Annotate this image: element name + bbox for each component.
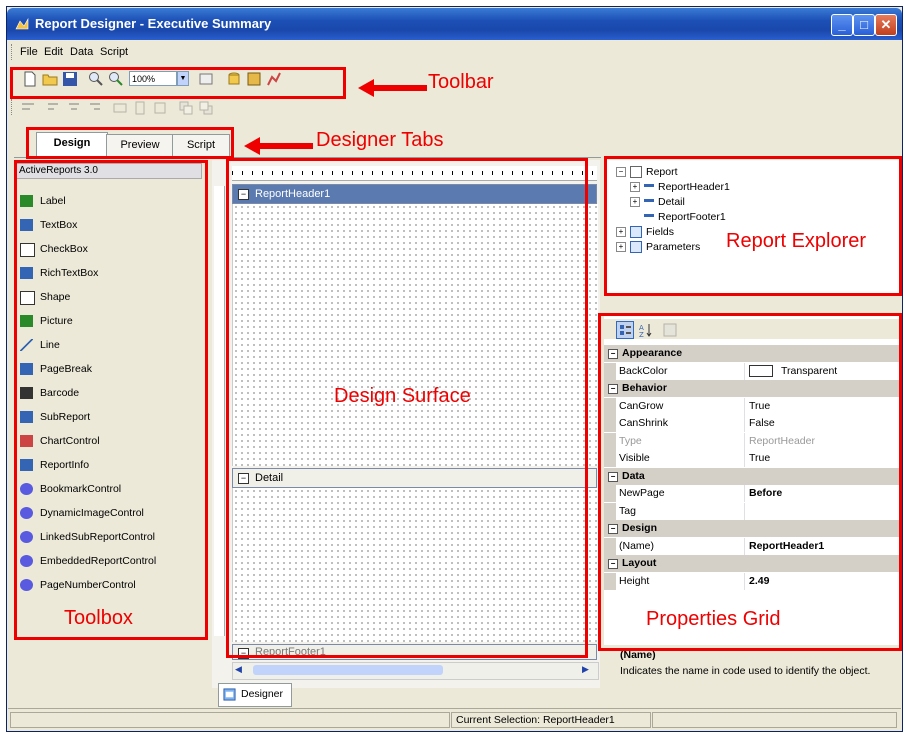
toolbar-callout: Toolbar bbox=[428, 71, 494, 93]
toolbar-highlight bbox=[10, 67, 346, 99]
close-button[interactable]: ✕ bbox=[875, 14, 897, 36]
explorer-highlight bbox=[604, 156, 902, 296]
align-right-icon[interactable] bbox=[86, 100, 102, 116]
tabs-arrowhead bbox=[244, 137, 260, 155]
scroll-right-icon[interactable]: ▶ bbox=[582, 664, 594, 676]
menu-script[interactable]: Script bbox=[100, 46, 128, 58]
menu-edit[interactable]: Edit bbox=[44, 46, 63, 58]
align-icon[interactable] bbox=[20, 100, 36, 116]
toolbar-arrow bbox=[372, 85, 427, 91]
surface-highlight bbox=[226, 158, 588, 658]
surface-callout: Design Surface bbox=[334, 385, 471, 407]
maximize-button[interactable]: □ bbox=[853, 14, 875, 36]
properties-highlight bbox=[598, 313, 902, 651]
explorer-callout: Report Explorer bbox=[726, 230, 867, 252]
status-cell-right bbox=[652, 712, 897, 728]
tabs-highlight bbox=[26, 127, 234, 159]
align-center-icon[interactable] bbox=[66, 100, 82, 116]
description-text: Indicates the name in code used to ident… bbox=[620, 665, 871, 677]
minimize-button[interactable]: _ bbox=[831, 14, 853, 36]
property-description: (Name) Indicates the name in code used t… bbox=[604, 645, 901, 685]
menu-data[interactable]: Data bbox=[70, 46, 93, 58]
app-icon bbox=[15, 17, 29, 30]
horizontal-scrollbar[interactable]: ◀ ▶ bbox=[232, 662, 599, 680]
designer-tab-label: Designer bbox=[241, 688, 284, 700]
tab-designer[interactable]: Designer bbox=[218, 683, 292, 707]
designer-icon bbox=[223, 688, 236, 701]
toolbar-grip[interactable] bbox=[11, 99, 15, 115]
tabs-arrow bbox=[258, 143, 313, 149]
menu-grip[interactable] bbox=[11, 44, 15, 60]
toolbox-callout: Toolbox bbox=[64, 607, 133, 629]
vertical-ruler[interactable] bbox=[214, 186, 225, 636]
send-back-icon[interactable] bbox=[198, 100, 214, 116]
same-width-icon[interactable] bbox=[112, 100, 128, 116]
properties-callout: Properties Grid bbox=[646, 608, 781, 630]
scroll-thumb[interactable] bbox=[253, 665, 443, 675]
same-height-icon[interactable] bbox=[132, 100, 148, 116]
tabs-callout: Designer Tabs bbox=[316, 129, 444, 151]
status-bar: Current Selection: ReportHeader1 bbox=[8, 708, 901, 730]
scroll-left-icon[interactable]: ◀ bbox=[235, 664, 247, 676]
toolbar-arrowhead bbox=[358, 79, 374, 97]
layout-toolbar bbox=[8, 96, 608, 120]
status-selection: Current Selection: ReportHeader1 bbox=[451, 712, 651, 728]
same-size-icon[interactable] bbox=[152, 100, 168, 116]
menu-file[interactable]: File bbox=[20, 46, 38, 58]
window-title: Report Designer - Executive Summary bbox=[35, 16, 272, 31]
toolbox-highlight bbox=[14, 160, 208, 640]
title-bar[interactable]: Report Designer - Executive Summary _ □ … bbox=[7, 8, 902, 40]
menu-bar: File Edit Data Script bbox=[8, 42, 901, 62]
align-left-icon[interactable] bbox=[46, 100, 62, 116]
status-cell-left bbox=[10, 712, 450, 728]
bring-front-icon[interactable] bbox=[178, 100, 194, 116]
